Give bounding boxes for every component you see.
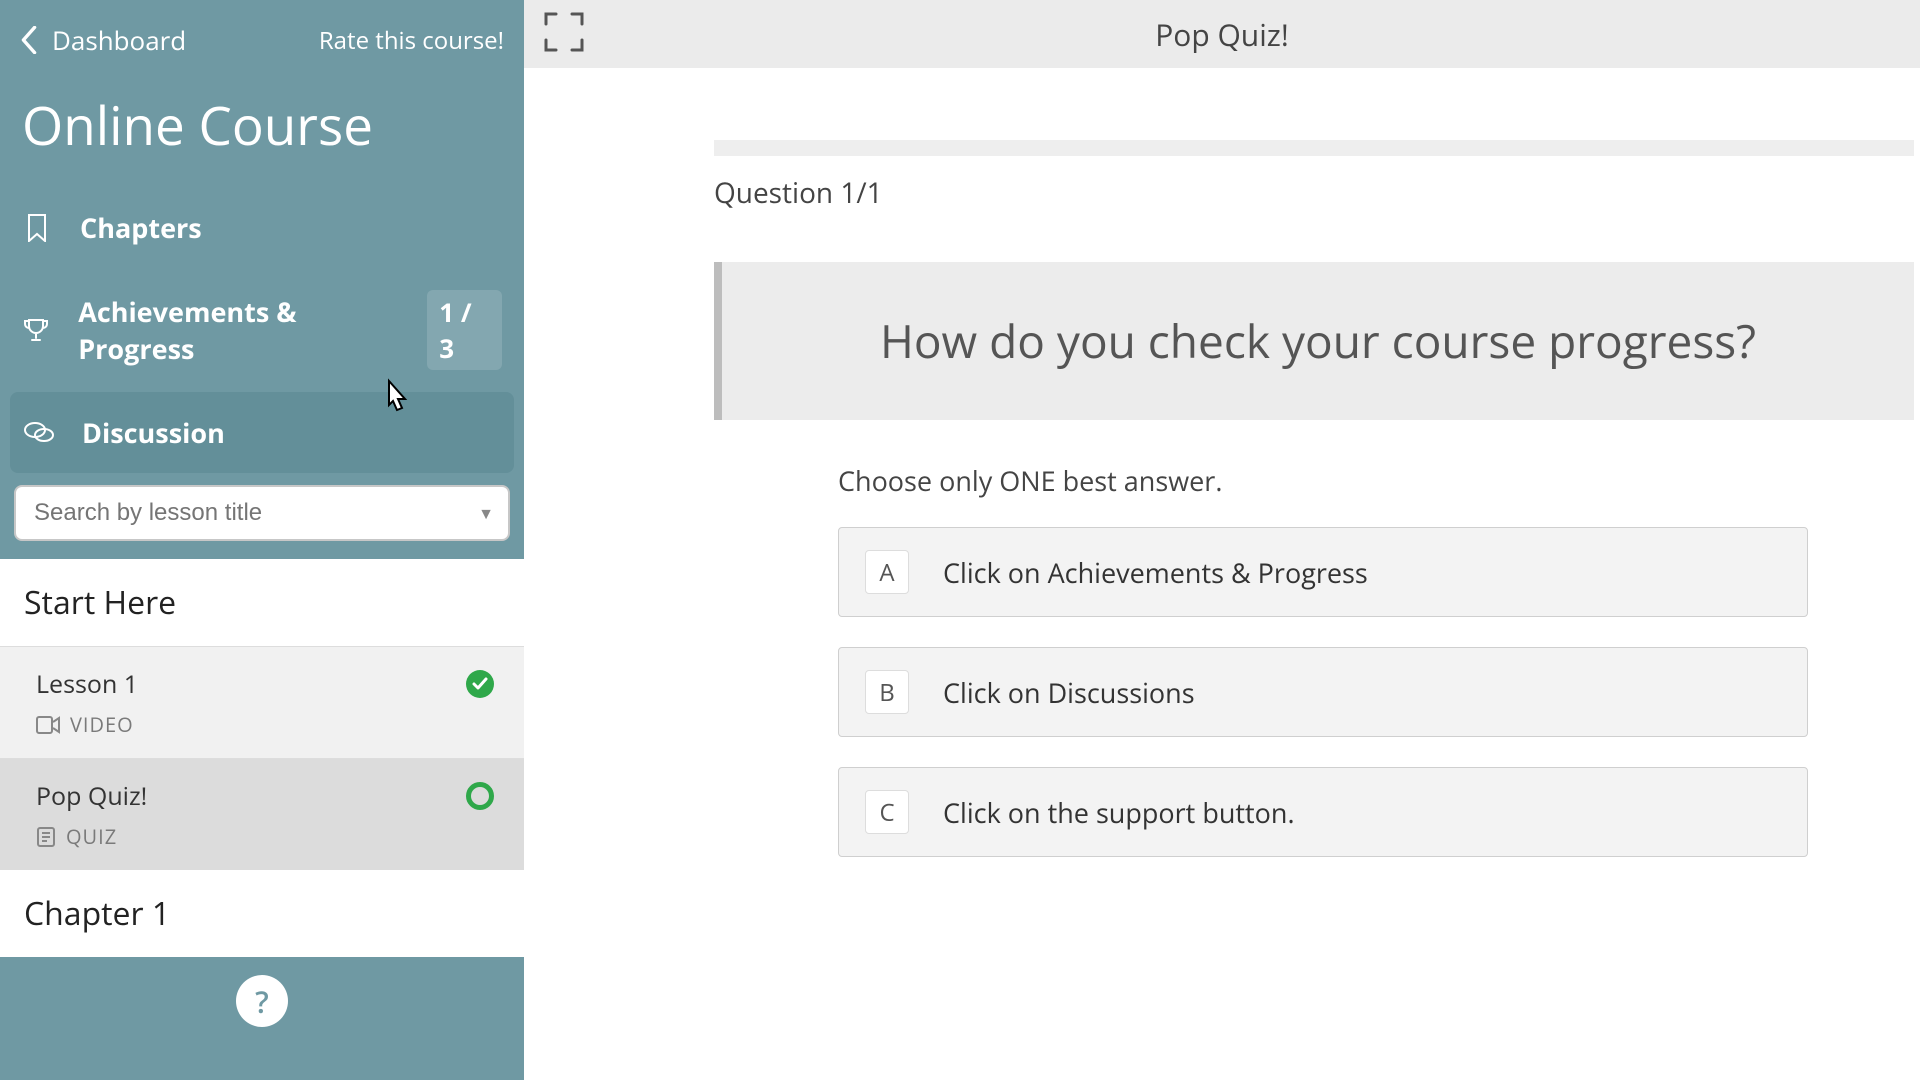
fullscreen-icon <box>542 10 586 54</box>
help-button[interactable]: ? <box>236 975 288 1027</box>
course-sidebar: Dashboard Rate this course! Online Cours… <box>0 0 524 1080</box>
status-done-icon <box>466 670 494 698</box>
sidebar-item-chapters[interactable]: Chapters <box>0 187 524 268</box>
answer-option[interactable]: B Click on Discussions <box>838 647 1808 737</box>
course-title: Online Course <box>0 74 524 187</box>
sidebar-top-row: Dashboard Rate this course! <box>0 0 524 74</box>
section-header: Chapter 1 <box>0 870 524 957</box>
status-progress-icon <box>466 782 494 810</box>
lesson-item[interactable]: Lesson 1 VIDEO <box>0 646 524 758</box>
quiz-icon <box>36 826 56 848</box>
answer-letter: A <box>865 550 909 594</box>
sidebar-item-label: Discussion <box>82 414 225 451</box>
question-counter: Question 1/1 <box>714 156 1920 262</box>
content-topbar: Pop Quiz! <box>524 0 1920 68</box>
answer-letter: B <box>865 670 909 714</box>
rate-course-link[interactable]: Rate this course! <box>319 24 504 57</box>
lesson-type-label: QUIZ <box>66 823 117 850</box>
answer-letter: C <box>865 790 909 834</box>
dashboard-link[interactable]: Dashboard <box>20 22 186 58</box>
content-title: Pop Quiz! <box>1155 14 1289 55</box>
quiz-content: Question 1/1 How do you check your cours… <box>524 68 1920 857</box>
answer-instruction: Choose only ONE best answer. <box>714 420 1920 527</box>
progress-badge: 1 / 3 <box>427 290 502 370</box>
chat-icon <box>24 421 54 445</box>
fullscreen-button[interactable] <box>542 10 586 59</box>
answer-text: Click on Discussions <box>943 674 1195 711</box>
sidebar-item-label: Achievements & Progress <box>78 293 399 367</box>
quiz-progress-bar <box>714 140 1914 156</box>
answer-text: Click on Achievements & Progress <box>943 554 1368 591</box>
trophy-icon <box>22 316 50 344</box>
sidebar-item-achievements[interactable]: Achievements & Progress 1 / 3 <box>0 268 524 392</box>
lesson-item[interactable]: Pop Quiz! QUIZ <box>0 758 524 870</box>
sidebar-item-label: Chapters <box>80 209 202 246</box>
search-container: ▼ <box>0 473 524 559</box>
bookmark-icon <box>22 214 52 242</box>
lesson-name: Pop Quiz! <box>36 779 147 813</box>
lesson-search-input[interactable] <box>14 485 510 541</box>
answer-option[interactable]: A Click on Achievements & Progress <box>838 527 1808 617</box>
chevron-left-icon <box>20 26 38 54</box>
sidebar-item-discussion[interactable]: Discussion <box>10 392 514 473</box>
answer-text: Click on the support button. <box>943 794 1295 831</box>
question-text: How do you check your course progress? <box>762 310 1874 372</box>
dashboard-label: Dashboard <box>52 22 186 58</box>
main-panel: Pop Quiz! Question 1/1 How do you check … <box>524 0 1920 1080</box>
video-icon <box>36 716 60 734</box>
lesson-type-label: VIDEO <box>70 711 134 738</box>
answer-list: A Click on Achievements & Progress B Cli… <box>714 527 1808 857</box>
question-box: How do you check your course progress? <box>714 262 1914 420</box>
lesson-name: Lesson 1 <box>36 667 138 701</box>
answer-option[interactable]: C Click on the support button. <box>838 767 1808 857</box>
section-header: Start Here <box>0 559 524 646</box>
